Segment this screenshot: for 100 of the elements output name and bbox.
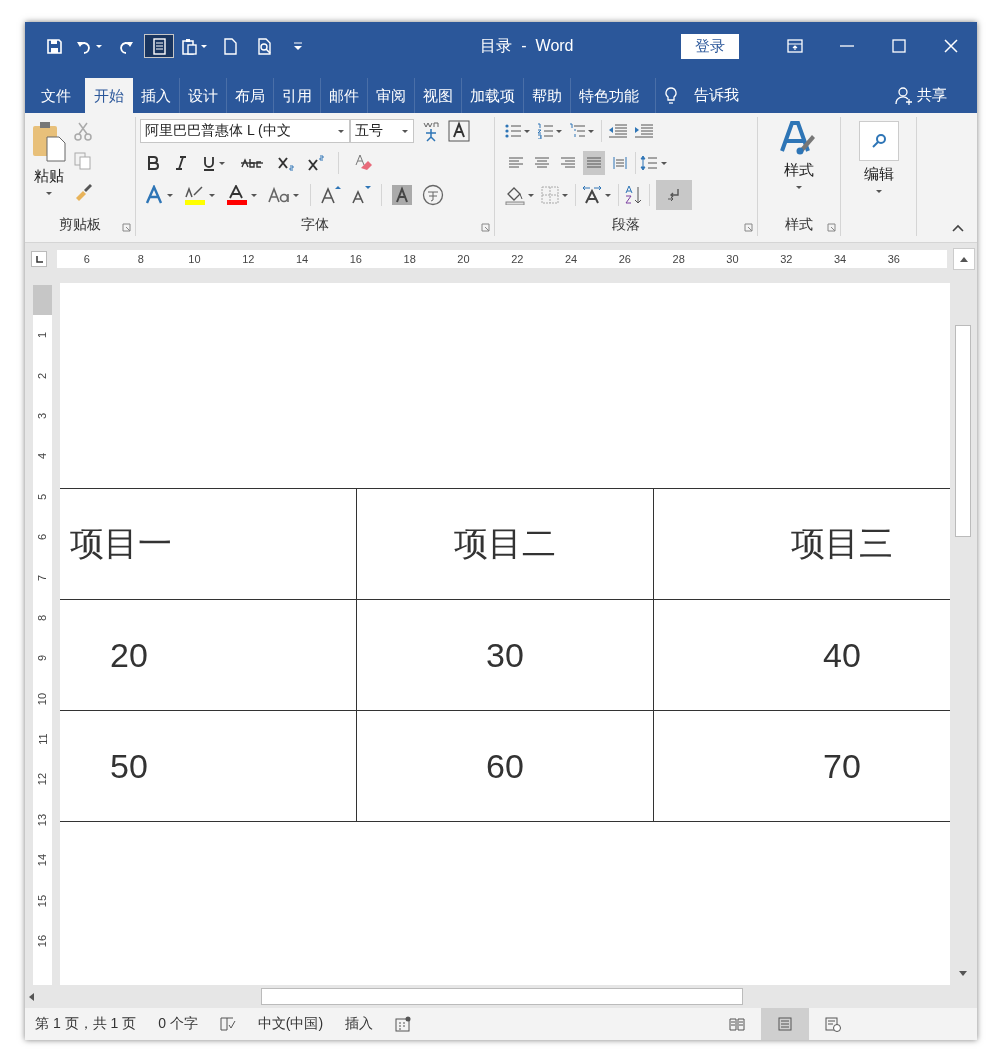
character-shading-icon[interactable] <box>392 185 412 205</box>
paste-button[interactable]: 粘贴 <box>25 117 73 214</box>
book-icon[interactable] <box>729 1016 745 1032</box>
caret-icon[interactable] <box>45 190 53 197</box>
tell-me-search[interactable]: 告诉我 <box>694 86 739 105</box>
sort-icon[interactable] <box>625 185 643 205</box>
caret-icon[interactable] <box>604 191 612 199</box>
change-case-icon[interactable] <box>268 186 290 204</box>
ribbon-tab[interactable]: 帮助 <box>523 78 570 113</box>
tab-stop-selector[interactable] <box>31 251 47 267</box>
phonetic-guide-icon[interactable] <box>422 119 442 143</box>
grow-font-icon[interactable] <box>321 185 341 205</box>
save-icon[interactable] <box>45 37 63 55</box>
formatting-marks-icon[interactable] <box>666 187 682 203</box>
editing-button[interactable]: 编辑 <box>852 117 905 236</box>
caret-icon[interactable] <box>337 127 345 135</box>
insert-mode-indicator[interactable]: 插入 <box>345 1015 374 1033</box>
font-size-dropdown[interactable]: 五号 <box>350 119 414 143</box>
macro-record-icon[interactable] <box>395 1016 412 1032</box>
superscript-icon[interactable] <box>308 155 324 171</box>
caret-icon[interactable] <box>527 191 535 199</box>
caret-icon[interactable] <box>250 191 258 199</box>
ribbon-tab[interactable]: 特色功能 <box>570 78 647 113</box>
ribbon-tab[interactable]: 审阅 <box>367 78 414 113</box>
scroll-left-button[interactable] <box>27 991 36 1002</box>
group-label: 字体 <box>301 216 329 234</box>
collapse-ribbon-icon[interactable] <box>951 222 965 234</box>
sign-in-button[interactable]: 登录 <box>681 33 739 59</box>
close-icon[interactable] <box>943 38 959 54</box>
caret-icon[interactable] <box>795 184 803 191</box>
blank-page-icon[interactable] <box>221 37 239 55</box>
ribbon-tab[interactable]: 布局 <box>226 78 273 113</box>
text-direction-icon[interactable] <box>582 185 602 205</box>
increase-indent-icon[interactable] <box>634 123 654 139</box>
vertical-ruler: 1 2 3 4 5 6 7 8 9 10 11 12 13 14 15 16 <box>33 285 52 985</box>
maximize-icon[interactable] <box>891 38 907 54</box>
search-icon <box>870 133 887 149</box>
person-add-icon[interactable] <box>895 86 913 105</box>
table-cell: 50 <box>60 710 357 822</box>
scrollbar-thumb[interactable] <box>261 988 743 1005</box>
styles-button[interactable]: 样式 <box>774 117 824 214</box>
window-title: 目录 - Word <box>479 35 575 56</box>
word-count[interactable]: 0 个字 <box>158 1015 198 1033</box>
font-color-icon[interactable] <box>226 185 248 205</box>
caret-icon[interactable] <box>95 42 103 50</box>
bullets-icon[interactable] <box>505 123 521 139</box>
scroll-up-button[interactable] <box>953 248 975 270</box>
numbering-icon[interactable] <box>537 123 553 139</box>
table-cell: 60 <box>356 710 654 822</box>
share-button[interactable]: 共享 <box>917 86 947 105</box>
eraser-icon[interactable] <box>353 153 373 173</box>
ribbon-tab[interactable]: 邮件 <box>320 78 367 113</box>
bold-icon[interactable] <box>146 155 160 171</box>
ribbon-tab[interactable]: 设计 <box>179 78 226 113</box>
caret-icon[interactable] <box>200 42 208 50</box>
caret-icon[interactable] <box>587 127 595 135</box>
shrink-font-icon[interactable] <box>351 185 371 205</box>
caret-icon[interactable] <box>660 159 668 167</box>
multilevel-list-icon[interactable] <box>569 123 585 139</box>
caret-icon[interactable] <box>874 188 883 195</box>
caret-icon[interactable] <box>208 191 216 199</box>
italic-icon[interactable] <box>174 155 188 171</box>
dialog-launcher-icon[interactable] <box>122 223 131 232</box>
proofing-icon[interactable] <box>219 1016 236 1032</box>
customize-caret-icon[interactable] <box>293 40 303 52</box>
ribbon-tab[interactable]: 视图 <box>414 78 461 113</box>
text-effects-icon[interactable] <box>144 185 164 205</box>
font-name-dropdown[interactable]: 阿里巴巴普惠体 L (中文 <box>140 119 350 143</box>
language-indicator[interactable]: 中文(中国) <box>257 1015 324 1033</box>
caret-icon[interactable] <box>561 191 569 199</box>
character-border-icon[interactable] <box>448 120 470 142</box>
caret-icon[interactable] <box>166 191 174 199</box>
shading-icon[interactable] <box>505 185 525 205</box>
line-spacing-icon[interactable] <box>640 155 658 171</box>
caret-icon[interactable] <box>555 127 563 135</box>
caret-icon[interactable] <box>218 159 226 167</box>
caret-icon[interactable] <box>292 191 300 199</box>
decrease-indent-icon[interactable] <box>608 123 628 139</box>
enclosed-character-icon[interactable] <box>422 184 444 206</box>
print-preview-icon[interactable] <box>255 37 273 55</box>
highlighter-icon[interactable] <box>184 185 206 205</box>
subscript-icon[interactable] <box>278 155 294 171</box>
caret-icon[interactable] <box>523 127 531 135</box>
ribbon-tab[interactable]: 文件 <box>33 78 79 113</box>
dialog-launcher-icon[interactable] <box>827 223 836 232</box>
clipboard-icon[interactable] <box>181 37 198 55</box>
dialog-launcher-icon[interactable] <box>744 223 753 232</box>
ribbon-tab[interactable]: 插入 <box>133 78 179 113</box>
document-lines-icon[interactable] <box>150 37 168 55</box>
underline-icon[interactable] <box>202 155 216 171</box>
scrollbar-thumb[interactable] <box>954 325 971 537</box>
ribbon-tab[interactable]: 引用 <box>273 78 320 113</box>
caret-icon[interactable] <box>401 127 409 135</box>
ribbon-tab[interactable]: 开始 <box>85 78 133 113</box>
lightbulb-icon[interactable] <box>662 86 680 105</box>
page-count[interactable]: 第 1 页，共 1 页 <box>35 1015 137 1033</box>
dialog-launcher-icon[interactable] <box>481 223 490 232</box>
ribbon-tab[interactable]: 加载项 <box>461 78 523 113</box>
ribbon-display-icon[interactable] <box>787 38 803 54</box>
web-layout-icon[interactable] <box>825 1016 841 1032</box>
